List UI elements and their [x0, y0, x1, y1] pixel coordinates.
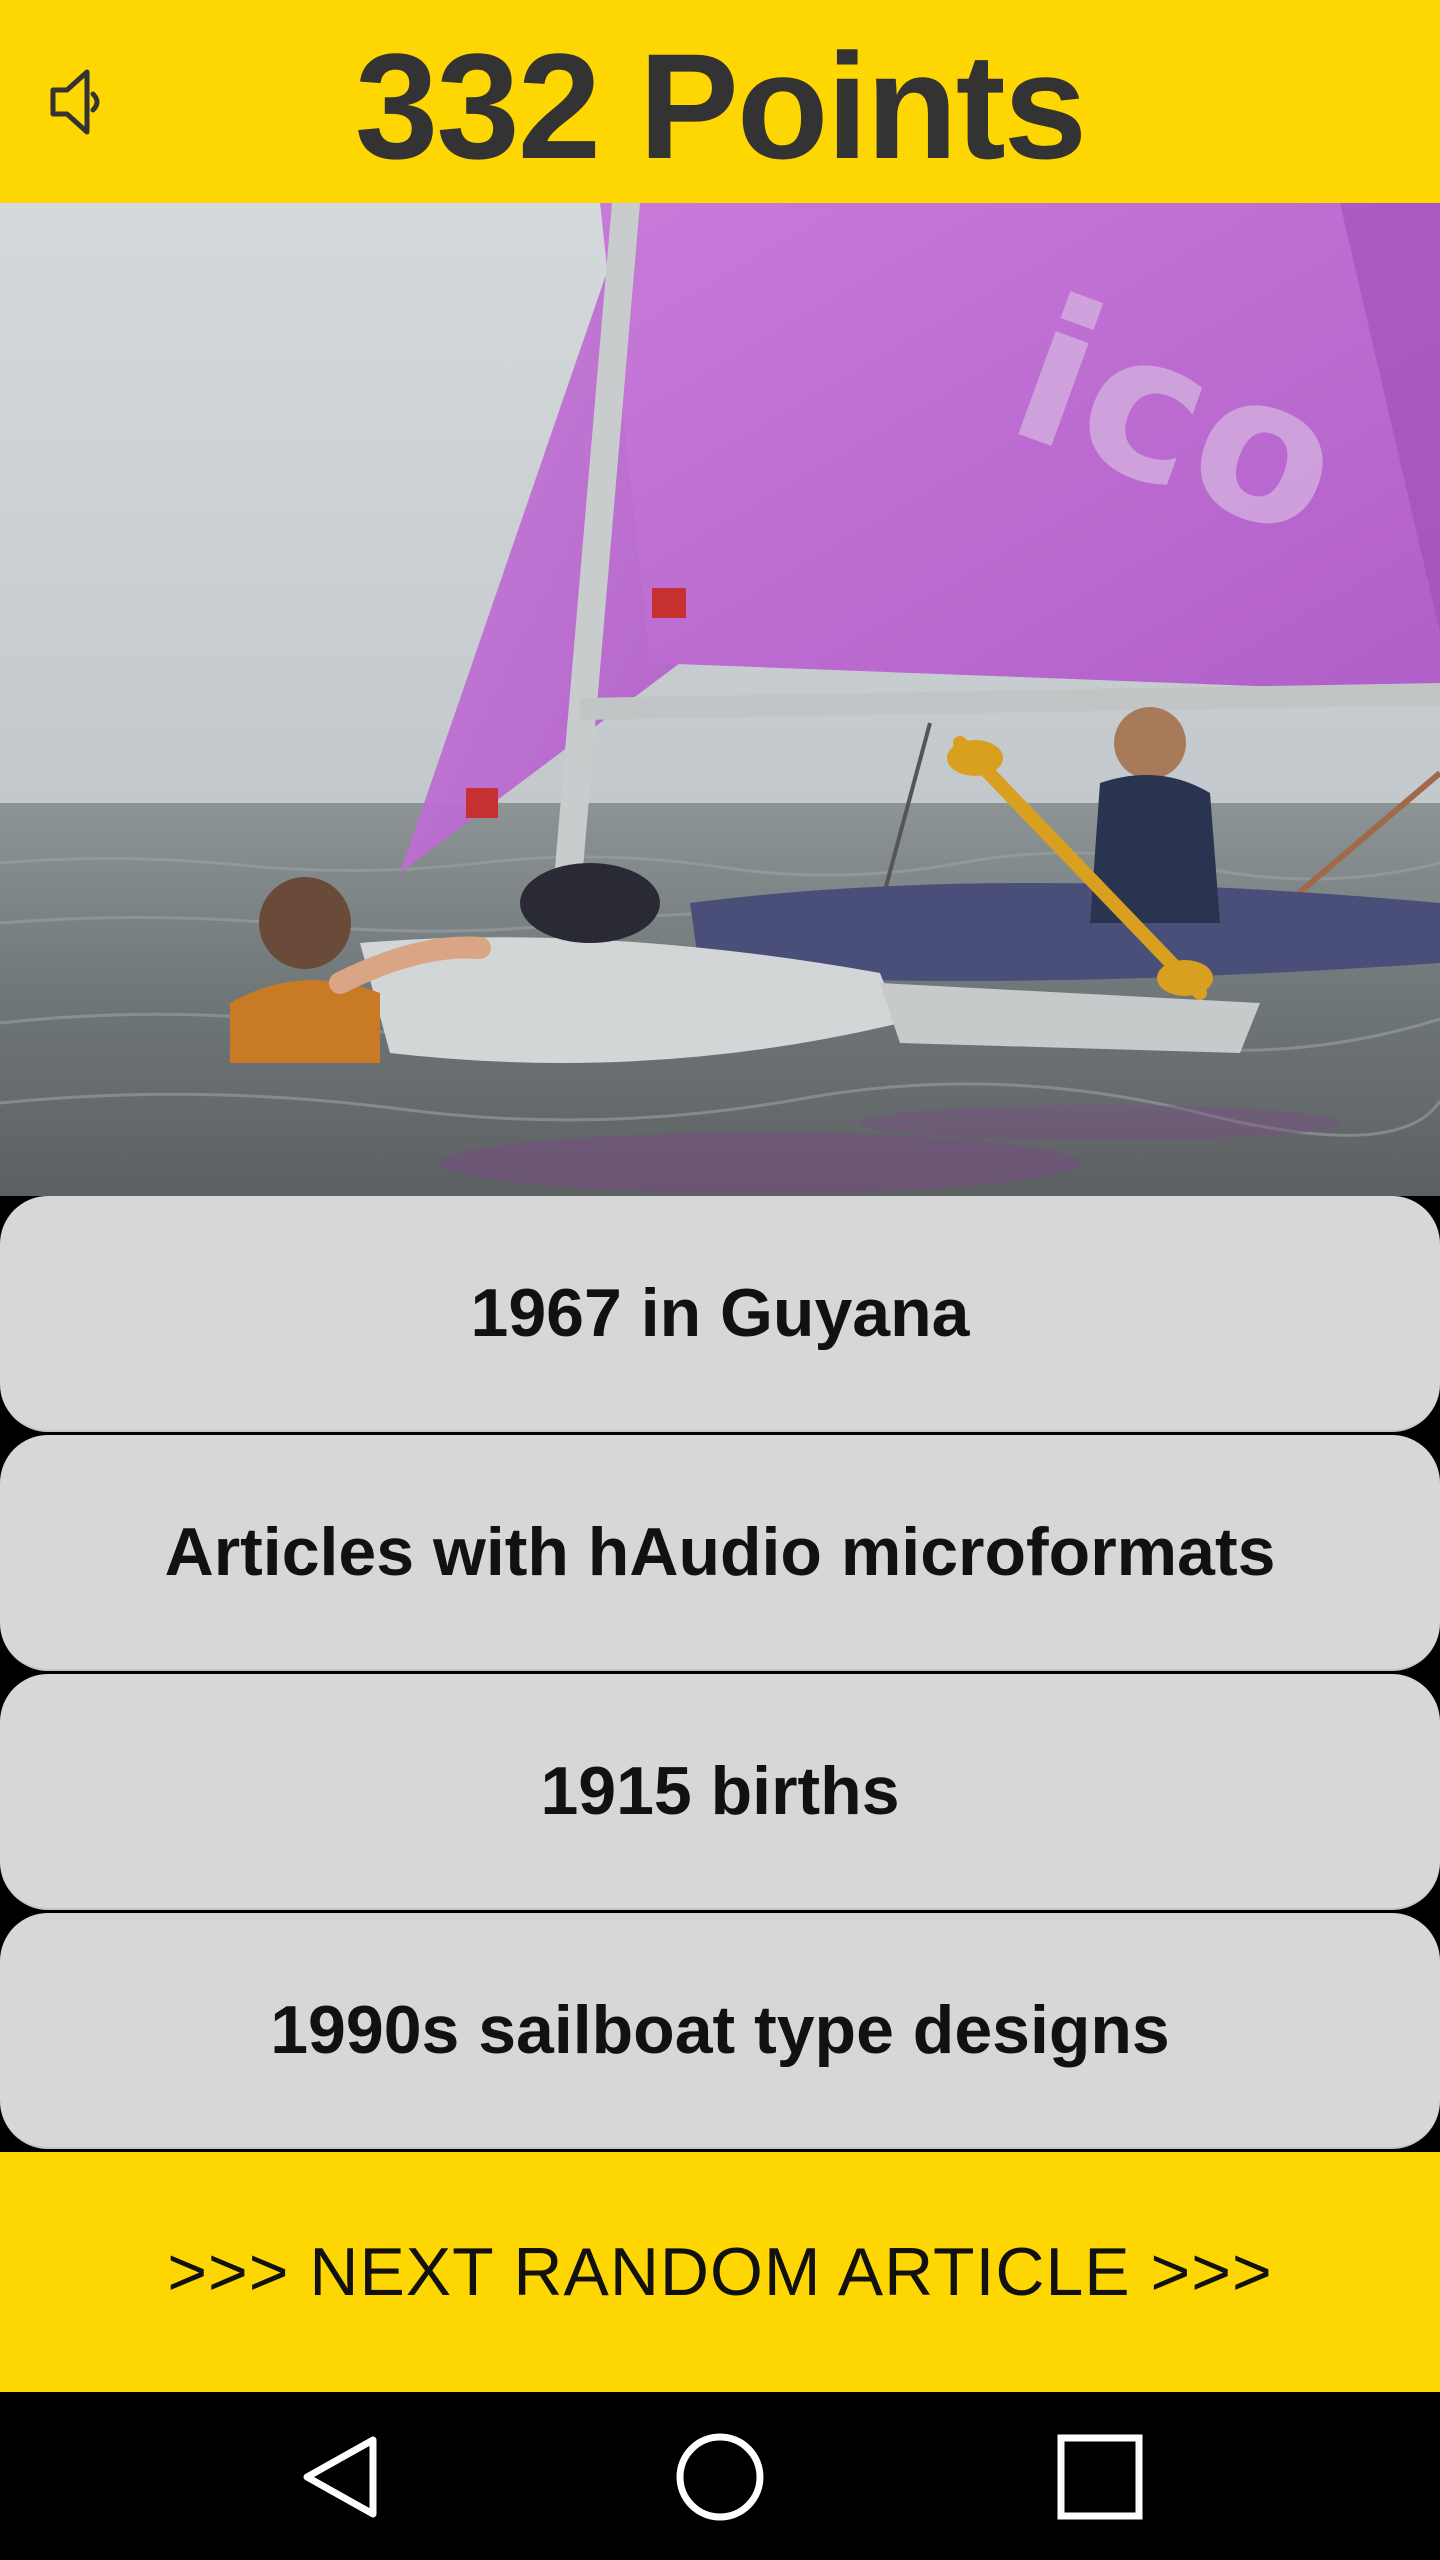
home-circle-icon	[676, 2433, 764, 2521]
nav-recents-button[interactable]	[1030, 2422, 1170, 2532]
score-title: 332 Points	[354, 22, 1087, 190]
next-random-article-button[interactable]: >>> NEXT RANDOM ARTICLE >>>	[0, 2152, 1440, 2392]
header-bar: 332 Points	[0, 0, 1440, 203]
article-photo: ico	[0, 203, 1440, 1196]
answer-options: 1967 in Guyana Articles with hAudio micr…	[0, 1196, 1440, 2152]
nav-home-button[interactable]	[650, 2422, 790, 2532]
answer-option-4[interactable]: 1990s sailboat type designs	[0, 1913, 1440, 2149]
app-root: 332 Points ico 1967 in Guyana Articles w…	[0, 0, 1440, 2560]
nav-back-button[interactable]	[270, 2422, 410, 2532]
back-triangle-icon	[303, 2436, 377, 2518]
system-navigation-bar	[0, 2392, 1440, 2560]
recents-square-icon	[1057, 2434, 1143, 2520]
answer-option-2[interactable]: Articles with hAudio microformats	[0, 1435, 1440, 1671]
answer-option-3[interactable]: 1915 births	[0, 1674, 1440, 1910]
answer-option-1[interactable]: 1967 in Guyana	[0, 1196, 1440, 1432]
